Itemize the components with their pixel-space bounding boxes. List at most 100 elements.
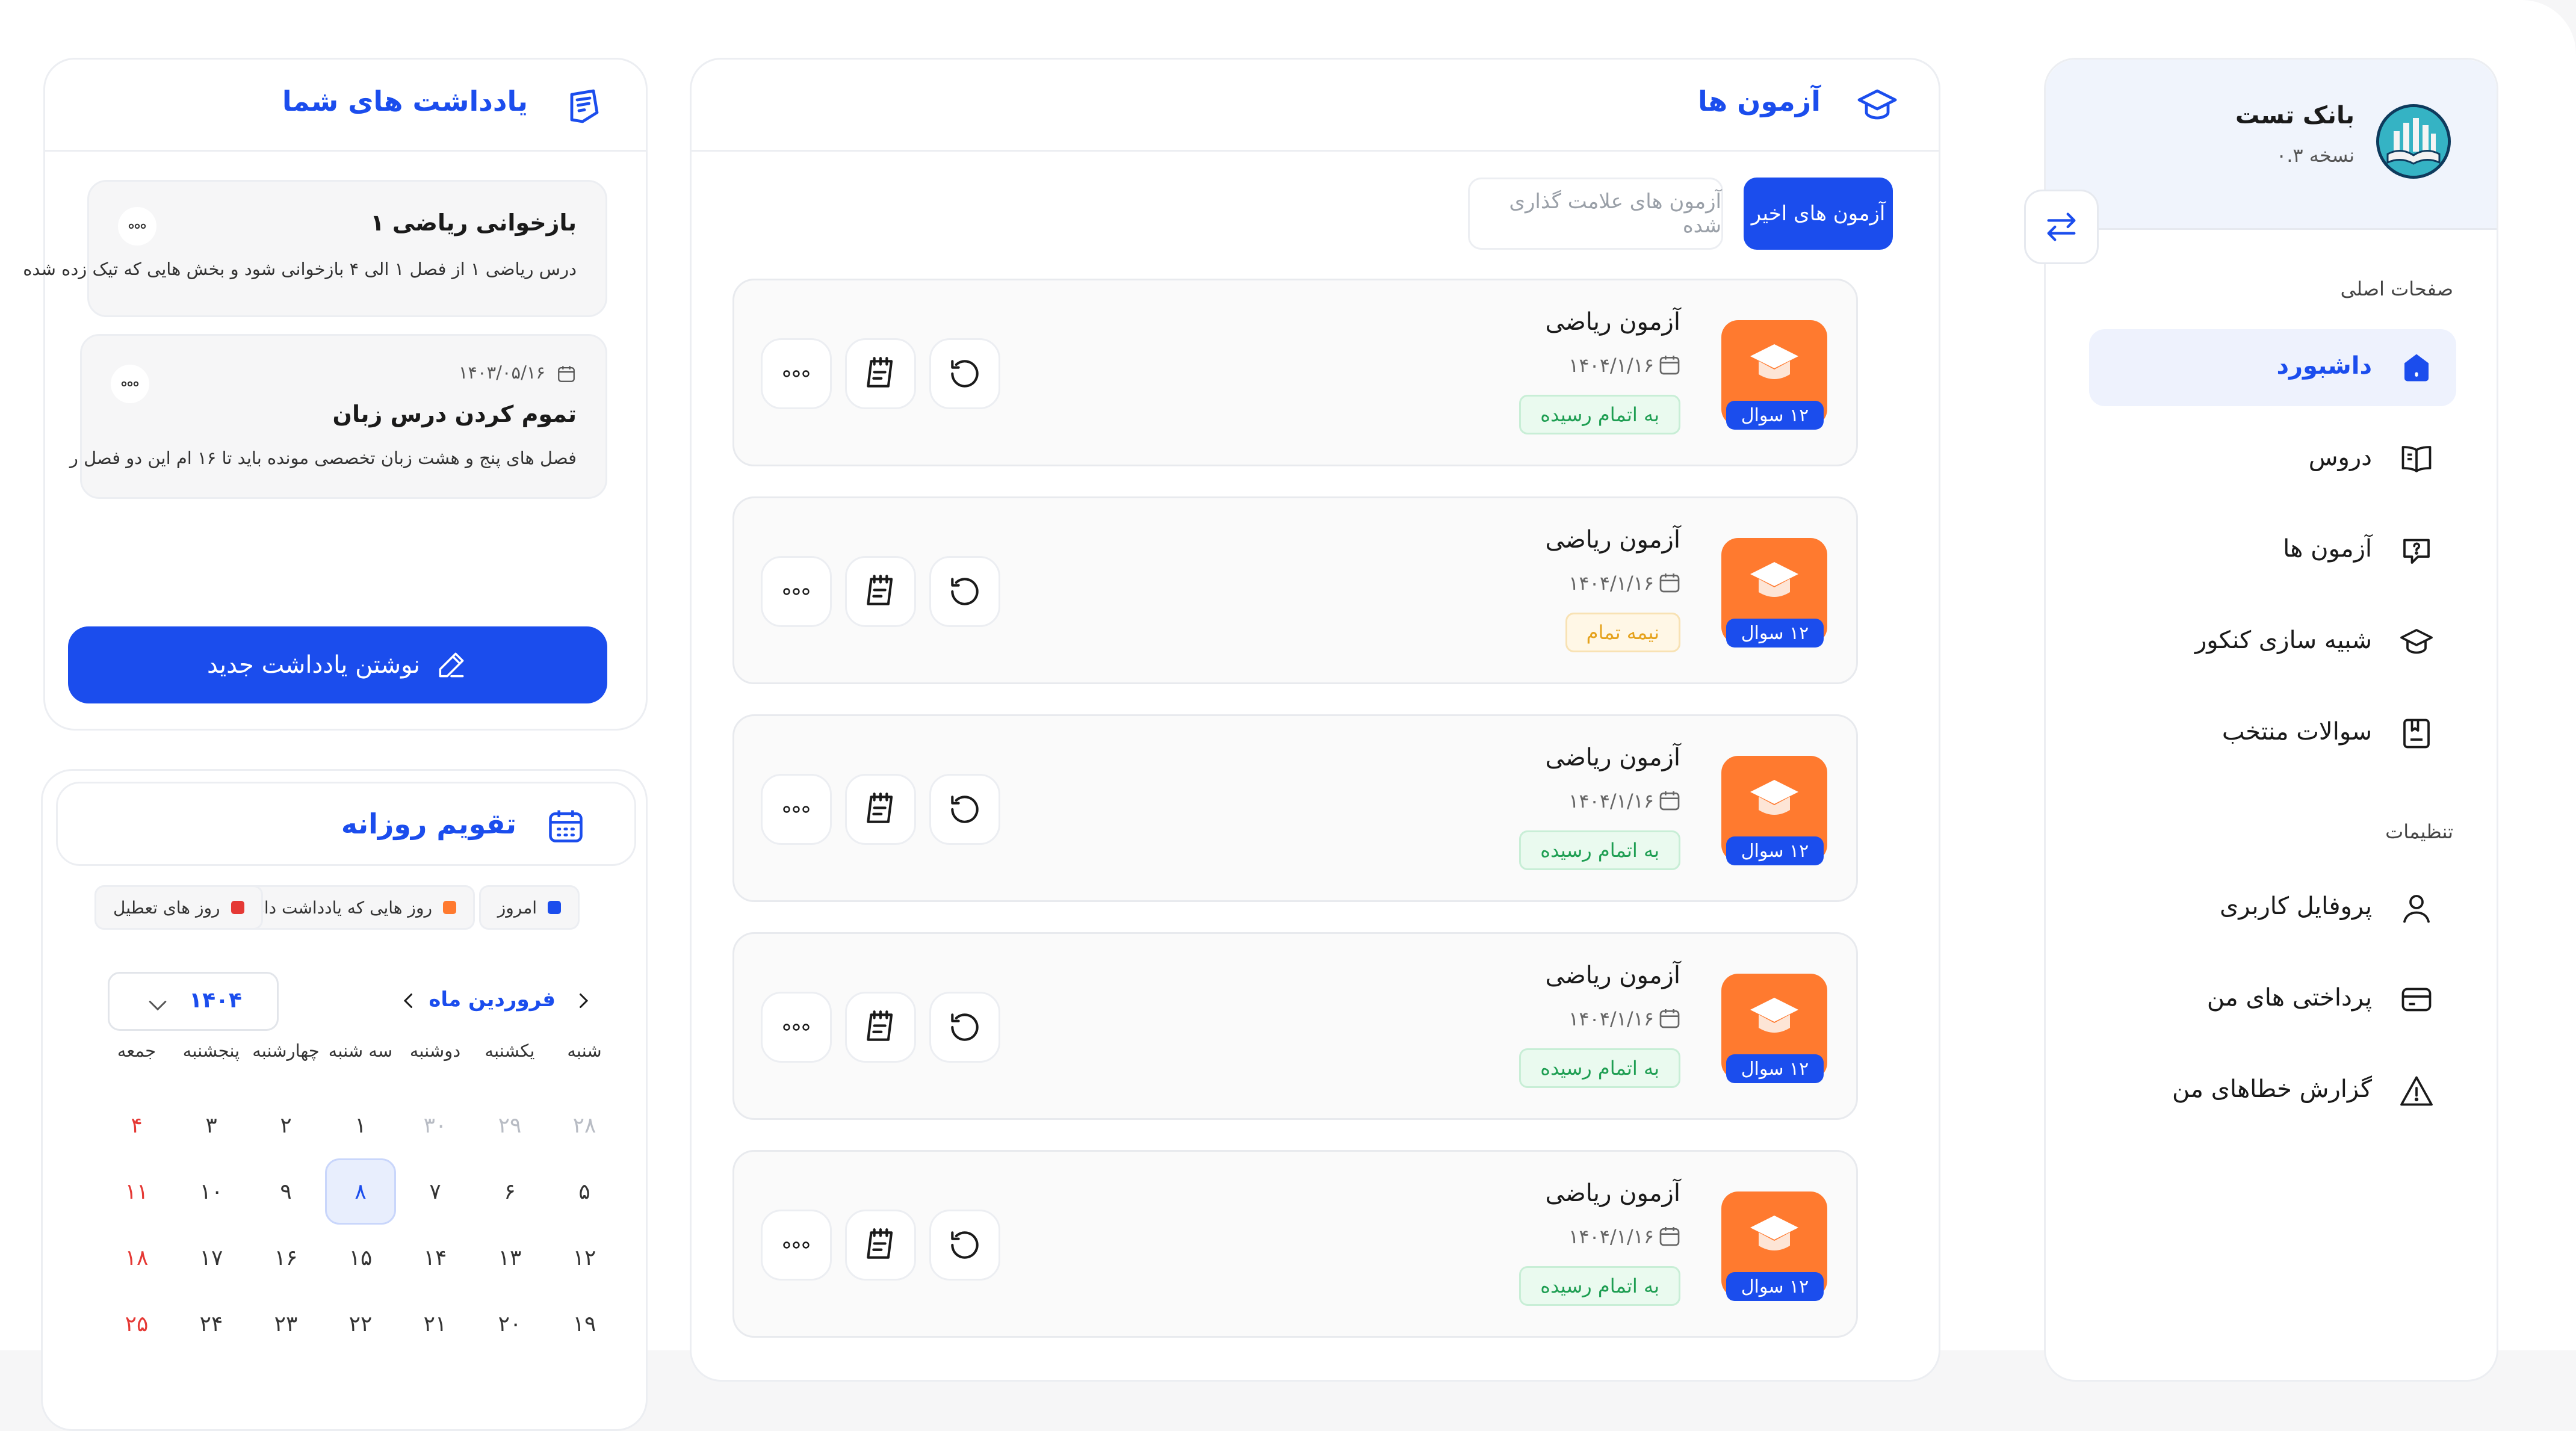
page: بانک تست نسخه ۰.۳ صفحات اصلی داشبورد درو… [0, 0, 2576, 1431]
retry-icon [951, 578, 979, 605]
notebook-icon [867, 1228, 893, 1259]
calendar-day[interactable]: ۹ [250, 1158, 321, 1225]
calendar-day[interactable]: ۲۲ [325, 1291, 396, 1357]
calendar-day[interactable]: ۷ [400, 1158, 471, 1225]
tab-marked-exams[interactable]: آزمون های علامت گذاری شده [1468, 178, 1723, 250]
calendar-day[interactable]: ۱۳ [474, 1225, 545, 1291]
note-card[interactable]: بازخوانی ریاضی ۱ درس ریاضی ۱ از فصل ۱ ال… [23, 180, 607, 317]
retake-button[interactable] [929, 992, 1000, 1063]
exam-status-badge: به اتمام رسیده [1519, 1048, 1680, 1088]
calendar-day[interactable]: ۲۸ [549, 1092, 620, 1158]
more-options-button[interactable] [761, 1210, 832, 1281]
legend-label: روز هایی که یادداشت دارن [243, 897, 432, 918]
more-options-button[interactable] [761, 556, 832, 627]
app-version: نسخه ۰.۳ [2276, 144, 2355, 167]
note-title: تموم کردن درس زبان [332, 401, 577, 427]
chevron-left-icon[interactable] [398, 990, 420, 1012]
calendar-header: تقویم روزانه [56, 782, 636, 866]
calendar-day[interactable]: ۴ [101, 1092, 172, 1158]
exam-row[interactable]: ۱۲ سوال آزمون ریاضی ۱۴۰۴/۱/۱۶ به اتمام ر… [732, 932, 1858, 1120]
tab-recent-exams[interactable]: آزمون های اخیر [1744, 178, 1893, 250]
calendar-day[interactable]: ۲۱ [400, 1291, 471, 1357]
bookmark-book-icon [2403, 719, 2430, 749]
retake-button[interactable] [929, 338, 1000, 409]
exam-status-badge: به اتمام رسیده [1519, 830, 1680, 870]
sidebar-item-label: سوالات منتخب [2221, 718, 2372, 746]
calendar-day[interactable]: ۲ [250, 1092, 321, 1158]
more-dots-icon [783, 1241, 810, 1249]
sidebar-item-selected-questions[interactable]: سوالات منتخب [2089, 695, 2456, 772]
calendar-day[interactable]: ۱۴ [400, 1225, 471, 1291]
exam-row[interactable]: ۱۲ سوال آزمون ریاضی ۱۴۰۴/۱/۱۶ به اتمام ر… [732, 1150, 1858, 1338]
calendar-icon [1659, 1227, 1680, 1246]
note-card[interactable]: ۱۴۰۳/۰۵/۱۶ تموم کردن درس زبان فصل های پن… [70, 334, 607, 499]
exam-thumbnail: ۱۲ سوال [1721, 320, 1827, 430]
calendar-day[interactable]: ۲۹ [474, 1092, 545, 1158]
calendar-day[interactable]: ۵ [549, 1158, 620, 1225]
calendar-day[interactable]: ۳۰ [400, 1092, 471, 1158]
retake-button[interactable] [929, 774, 1000, 845]
retake-button[interactable] [929, 556, 1000, 627]
question-count-badge: ۱۲ سوال [1726, 619, 1824, 648]
exam-row[interactable]: ۱۲ سوال آزمون ریاضی ۱۴۰۴/۱/۱۶ به اتمام ر… [732, 279, 1858, 466]
retake-button[interactable] [929, 1210, 1000, 1281]
exam-row[interactable]: ۱۲ سوال آزمون ریاضی ۱۴۰۴/۱/۱۶ به اتمام ر… [732, 714, 1858, 902]
legend-swatch [548, 901, 561, 914]
sidebar-item-profile[interactable]: پروفایل کاربری [2089, 870, 2456, 947]
calendar-day-today[interactable]: ۸ [325, 1158, 396, 1225]
note-more-button[interactable] [111, 365, 149, 403]
calendar-day[interactable]: ۱۹ [549, 1291, 620, 1357]
calendar-day[interactable]: ۱۱ [101, 1158, 172, 1225]
calendar-day[interactable]: ۲۰ [474, 1291, 545, 1357]
section-settings-label: تنظیمات [2385, 820, 2453, 843]
pencil-icon [439, 652, 464, 678]
calendar-day[interactable]: ۶ [474, 1158, 545, 1225]
year-select[interactable]: ۱۴۰۴ [108, 972, 279, 1031]
weekday-label: جمعه [117, 1040, 156, 1061]
sidebar-item-lessons[interactable]: دروس [2089, 421, 2456, 498]
sidebar-item-dashboard[interactable]: داشبورد [2089, 329, 2456, 406]
calendar-day[interactable]: ۱ [325, 1092, 396, 1158]
notes-panel: یادداشت های شما بازخوانی ریاضی ۱ درس ریا… [23, 58, 648, 731]
sidebar-item-error-reports[interactable]: گزارش خطاهای من [2089, 1052, 2456, 1130]
write-new-note-button[interactable]: نوشتن یادداشت جدید [68, 626, 607, 703]
calendar-day[interactable]: ۱۲ [549, 1225, 620, 1291]
note-more-button[interactable] [118, 207, 156, 246]
calendar-day[interactable]: ۱۰ [176, 1158, 247, 1225]
calendar-day[interactable]: ۲۳ [250, 1291, 321, 1357]
review-button[interactable] [845, 338, 916, 409]
exam-date: ۱۴۰۴/۱/۱۶ [1568, 790, 1654, 812]
swap-arrows-icon [2047, 212, 2076, 241]
review-button[interactable] [845, 774, 916, 845]
calendar-day[interactable]: ۳ [176, 1092, 247, 1158]
sidebar-item-payments[interactable]: پرداختی های من [2089, 961, 2456, 1038]
calendar-day[interactable]: ۱۸ [101, 1225, 172, 1291]
sidebar-item-label: گزارش خطاهای من [2172, 1075, 2372, 1103]
sidebar-item-label: شبیه سازی کنکور [2194, 626, 2372, 654]
calendar-day[interactable]: ۱۶ [250, 1225, 321, 1291]
chevron-right-icon[interactable] [572, 990, 594, 1012]
question-chat-icon [2403, 539, 2430, 564]
review-button[interactable] [845, 992, 916, 1063]
more-options-button[interactable] [761, 774, 832, 845]
calendar-day[interactable]: ۱۷ [176, 1225, 247, 1291]
note-date: ۱۴۰۳/۰۵/۱۶ [458, 362, 545, 383]
exam-row[interactable]: ۱۲ سوال آزمون ریاضی ۱۴۰۴/۱/۱۶ نیمه تمام [732, 496, 1858, 684]
warning-icon [2400, 1076, 2433, 1106]
graduation-cap-icon [1750, 344, 1798, 379]
more-options-button[interactable] [761, 338, 832, 409]
review-button[interactable] [845, 556, 916, 627]
calendar-day[interactable]: ۲۴ [176, 1291, 247, 1357]
sidebar-item-konkur[interactable]: شبیه سازی کنکور [2089, 604, 2456, 681]
sidebar-toggle-button[interactable] [2024, 190, 2099, 264]
legend-swatch [231, 901, 244, 914]
calendar-icon [1659, 1009, 1680, 1028]
review-button[interactable] [845, 1210, 916, 1281]
month-label: فروردین ماه [429, 987, 556, 1012]
calendar-day[interactable]: ۱۵ [325, 1225, 396, 1291]
calendar-day[interactable]: ۲۵ [101, 1291, 172, 1357]
more-options-button[interactable] [761, 992, 832, 1063]
sidebar-item-label: آزمون ها [2283, 535, 2372, 563]
sidebar-item-exams[interactable]: آزمون ها [2089, 512, 2456, 589]
more-dots-icon [783, 370, 810, 377]
